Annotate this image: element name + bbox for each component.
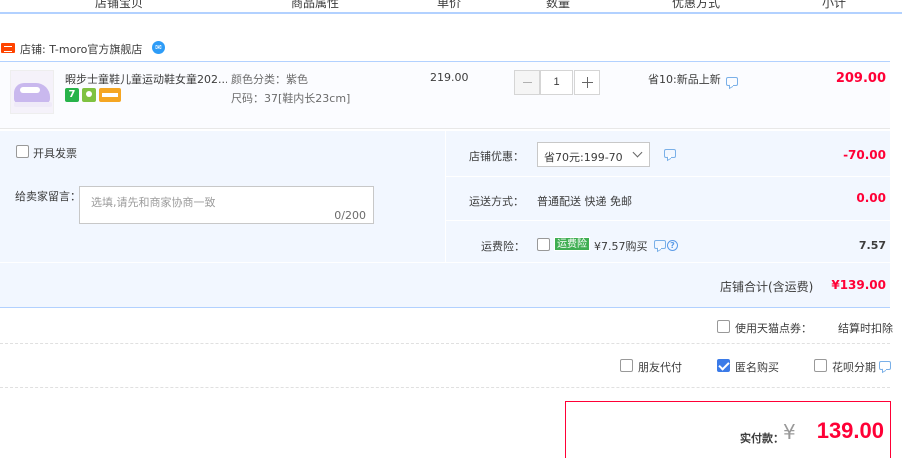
insurance-checkbox[interactable] [537, 238, 550, 251]
comment-icon[interactable] [879, 361, 891, 370]
column-attributes: 商品属性 [291, 0, 340, 10]
divider [446, 220, 890, 221]
insurance-tag: 运费险 [554, 237, 590, 251]
quantity-decrease-button[interactable] [514, 70, 540, 95]
comment-icon[interactable] [664, 149, 676, 158]
divider [445, 131, 446, 262]
product-thumbnail[interactable] [10, 70, 54, 114]
divider [0, 262, 890, 263]
shipping-amount: 0.00 [856, 191, 886, 205]
shop-discount-label: 店铺优惠： [469, 150, 524, 163]
chevron-down-icon [632, 147, 643, 158]
quantity-increase-button[interactable] [574, 70, 600, 95]
friend-pay-label: 朋友代付 [638, 361, 682, 374]
divider [446, 176, 890, 177]
message-placeholder: 选填,请先和商家协商一致 [91, 196, 216, 209]
message-label: 给卖家留言： [15, 190, 81, 203]
column-shop-item: 店铺宝贝 [95, 0, 144, 10]
shop-total: ¥139.00 [831, 278, 886, 292]
tmall-points-label: 使用天猫点券： [735, 322, 812, 335]
unit-price: 219.00 [430, 71, 469, 84]
tmall-icon [1, 43, 15, 53]
message-textarea[interactable]: 选填,请先和商家协商一致 0/200 [79, 186, 374, 224]
tmall-points-checkbox[interactable] [717, 320, 730, 333]
invoice-label: 开具发票 [33, 147, 77, 160]
divider [0, 343, 890, 344]
comment-icon[interactable] [726, 77, 738, 86]
quantity-input[interactable]: 1 [540, 70, 573, 95]
anonymous-label: 匿名购买 [735, 361, 779, 374]
friend-pay-checkbox[interactable] [620, 359, 633, 372]
attr-size: 尺码：37[鞋内长23cm] [231, 92, 351, 105]
message-char-count: 0/200 [334, 209, 366, 222]
item-subtotal: 209.00 [835, 71, 886, 86]
tmall-points-note: 结算时扣除 [838, 322, 893, 335]
guarantee-icon[interactable] [82, 88, 96, 102]
column-unit-price: 单价 [437, 0, 462, 10]
huabei-checkbox[interactable] [814, 359, 827, 372]
payment-amount: 139.00 [816, 418, 884, 443]
credit-card-icon[interactable] [99, 88, 121, 102]
shop-discount-value: 省70元:199-70 [544, 151, 623, 164]
column-quantity: 数量 [546, 0, 571, 10]
shop-discount-amount: -70.00 [843, 148, 886, 162]
attr-color: 颜色分类：紫色 [231, 73, 308, 86]
help-icon[interactable]: ? [667, 240, 678, 251]
huabei-label: 花呗分期 [832, 361, 876, 374]
shop-discount-select[interactable]: 省70元:199-70 [537, 142, 650, 167]
seven-day-return-icon[interactable]: 7 [65, 88, 79, 102]
shop-name[interactable]: 店铺: T-moro官方旗舰店 [20, 41, 142, 57]
wangwang-icon[interactable]: ✉ [152, 41, 165, 54]
divider [0, 387, 890, 388]
column-subtotal: 小计 [822, 0, 847, 10]
checkout-page: 店铺宝贝 商品属性 单价 数量 优惠方式 小计 店铺: T-moro官方旗舰店 … [0, 0, 902, 458]
shop-total-label: 店铺合计(含运费) [720, 280, 814, 294]
column-promotion: 优惠方式 [672, 0, 721, 10]
promotion-text: 省10:新品上新 [648, 73, 721, 86]
insurance-label: 运费险： [481, 240, 525, 253]
shipping-value: 普通配送 快递 免邮 [537, 195, 632, 208]
payment-currency: ¥ [783, 420, 796, 444]
payment-label: 实付款： [740, 432, 784, 445]
shipping-label: 运送方式： [469, 195, 524, 208]
invoice-checkbox[interactable] [16, 145, 29, 158]
anonymous-checkbox[interactable] [717, 359, 730, 372]
insurance-amount: 7.57 [858, 239, 886, 252]
comment-icon[interactable] [654, 240, 666, 249]
insurance-value: ¥7.57购买 [594, 240, 648, 253]
column-header: 店铺宝贝 商品属性 单价 数量 优惠方式 小计 [0, 0, 902, 14]
product-title[interactable]: 暇步士童鞋儿童运动鞋女童202... [65, 71, 227, 87]
